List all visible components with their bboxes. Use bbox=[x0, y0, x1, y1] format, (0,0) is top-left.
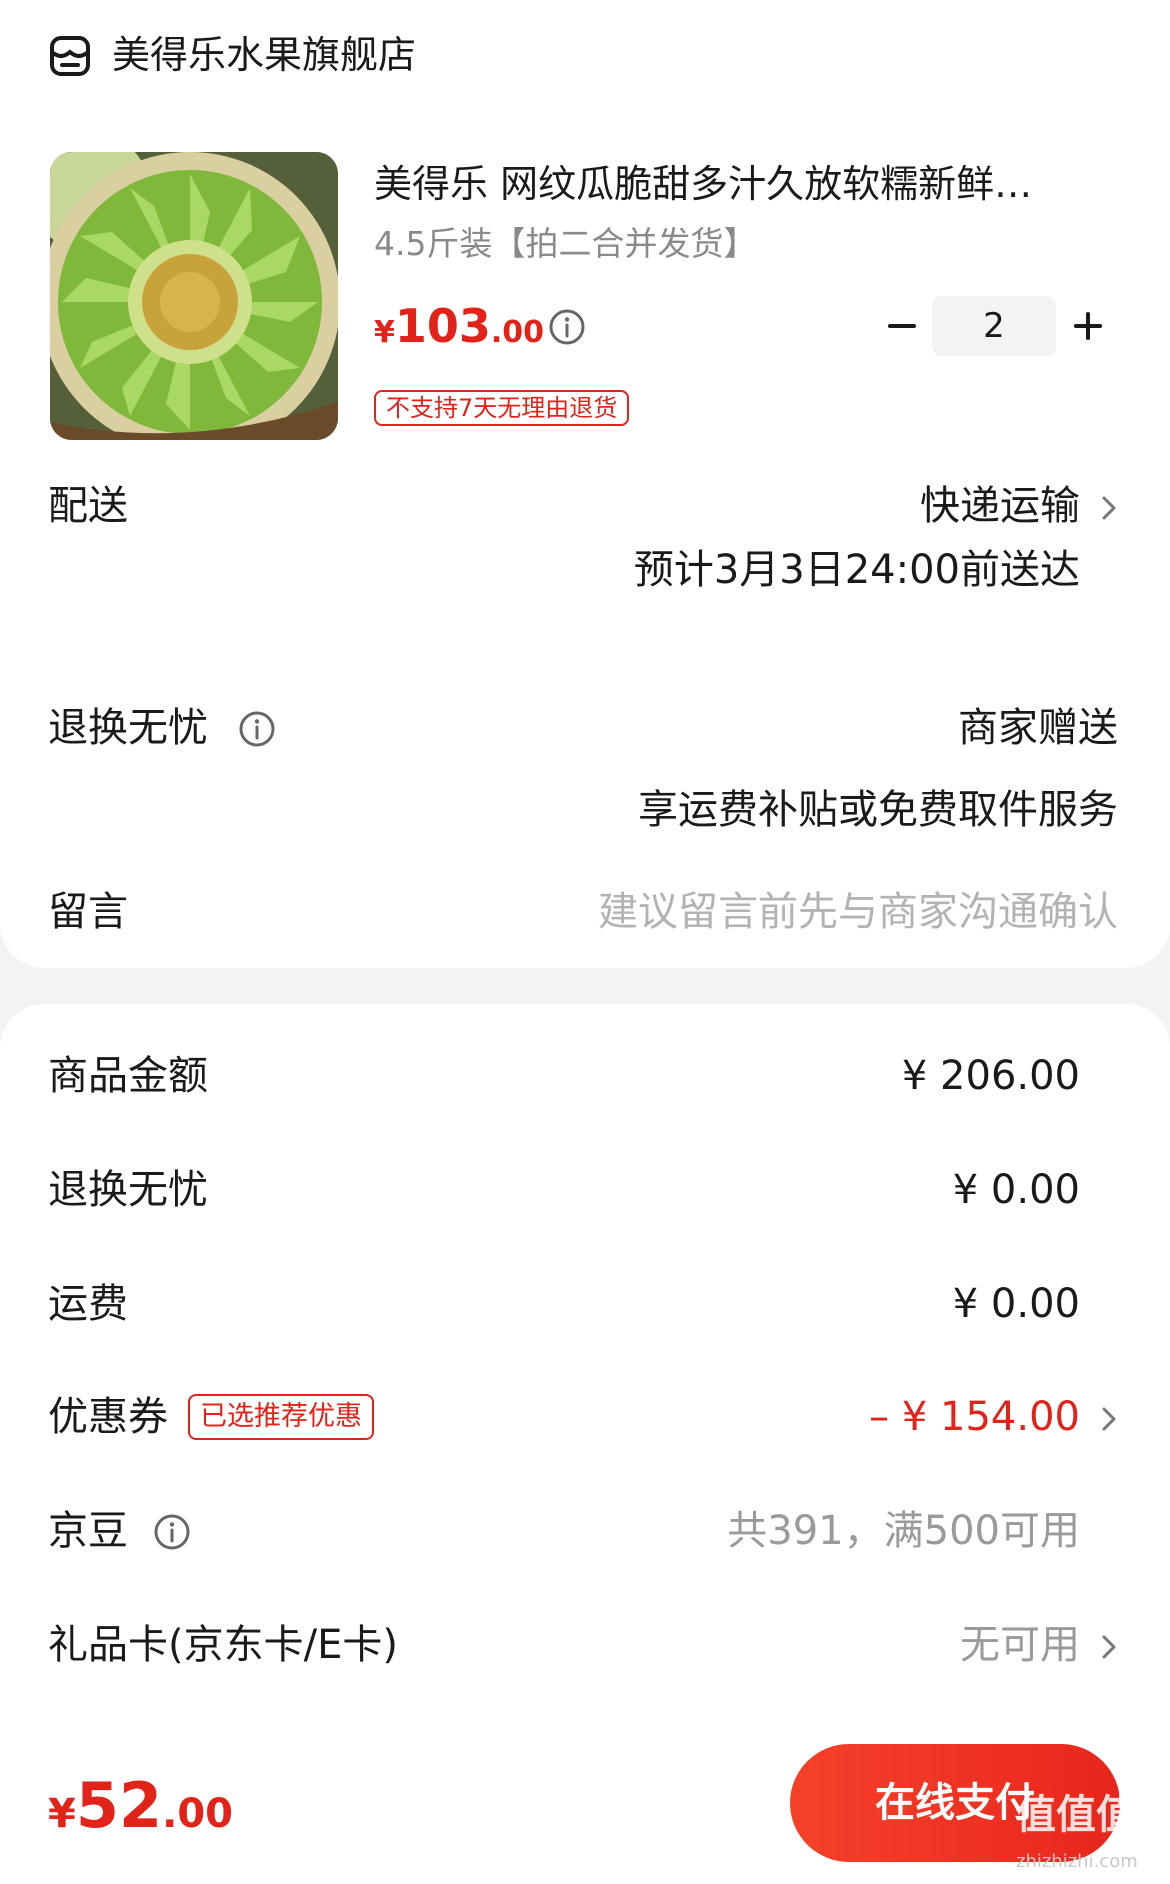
chevron-right-icon[interactable] bbox=[1098, 488, 1122, 528]
melon-image bbox=[50, 152, 338, 440]
worry-free-label: 退换无忧 bbox=[48, 705, 208, 751]
goods-amount-value: ¥ 206.00 bbox=[901, 1053, 1080, 1099]
worry-free-fee-value: ¥ 0.00 bbox=[952, 1167, 1080, 1213]
quantity-increase-button[interactable] bbox=[1066, 304, 1110, 348]
product-title[interactable]: 美得乐 网纹瓜脆甜多汁久放软糯新鲜… bbox=[374, 158, 1114, 210]
total-symbol: ¥ bbox=[48, 1791, 76, 1837]
store-icon bbox=[50, 36, 90, 76]
store-name[interactable]: 美得乐水果旗舰店 bbox=[112, 30, 416, 80]
goods-amount-label: 商品金额 bbox=[48, 1053, 208, 1099]
price-integer: 103 bbox=[394, 299, 491, 353]
no-return-badge: 不支持7天无理由退货 bbox=[374, 390, 630, 426]
gift-card-value[interactable]: 无可用 bbox=[960, 1617, 1080, 1673]
product-image[interactable] bbox=[50, 152, 338, 440]
delivery-label: 配送 bbox=[48, 483, 128, 529]
price-decimal: .00 bbox=[490, 315, 545, 350]
jingdou-value: 共391，满500可用 bbox=[727, 1508, 1080, 1554]
jingdou-label: 京豆 bbox=[48, 1508, 128, 1554]
shipping-value: ¥ 0.00 bbox=[952, 1281, 1080, 1327]
watermark-url: zhizhizhi.com bbox=[1016, 1851, 1138, 1872]
jingdou-info-icon[interactable] bbox=[153, 1513, 191, 1551]
delivery-method[interactable]: 快递运输 bbox=[920, 478, 1080, 534]
price-summary-card bbox=[0, 1004, 1170, 1724]
watermark: 值值值 bbox=[1016, 1792, 1136, 1838]
message-label: 留言 bbox=[48, 889, 128, 935]
total-price: ¥52.00 bbox=[48, 1766, 233, 1862]
shipping-label: 运费 bbox=[48, 1281, 128, 1327]
worry-free-desc: 享运费补贴或免费取件服务 bbox=[638, 787, 1118, 833]
chevron-right-icon[interactable] bbox=[1098, 1627, 1122, 1667]
price-symbol: ¥ bbox=[374, 315, 395, 350]
gift-card-label: 礼品卡(京东卡/E卡) bbox=[48, 1622, 398, 1668]
total-integer: 52 bbox=[75, 1769, 163, 1842]
coupon-selected-badge: 已选推荐优惠 bbox=[188, 1394, 374, 1440]
price-info-icon[interactable] bbox=[548, 308, 586, 346]
coupon-value[interactable]: – ¥ 154.00 bbox=[869, 1389, 1080, 1445]
quantity-input[interactable]: 2 bbox=[932, 296, 1056, 356]
worry-free-info-icon[interactable] bbox=[238, 710, 276, 748]
chevron-right-icon[interactable] bbox=[1098, 1399, 1122, 1439]
product-spec: 4.5斤装【拍二合并发货】 bbox=[374, 224, 757, 263]
worry-free-value: 商家赠送 bbox=[958, 705, 1118, 751]
unit-price: ¥103.00 bbox=[374, 296, 544, 367]
coupon-label: 优惠券 bbox=[48, 1394, 168, 1440]
quantity-decrease-button[interactable] bbox=[880, 304, 924, 348]
total-decimal: .00 bbox=[162, 1791, 233, 1837]
message-input[interactable]: 建议留言前先与商家沟通确认 bbox=[598, 884, 1118, 940]
worry-free-fee-label: 退换无忧 bbox=[48, 1167, 208, 1213]
delivery-eta: 预计3月3日24:00前送达 bbox=[633, 547, 1080, 593]
